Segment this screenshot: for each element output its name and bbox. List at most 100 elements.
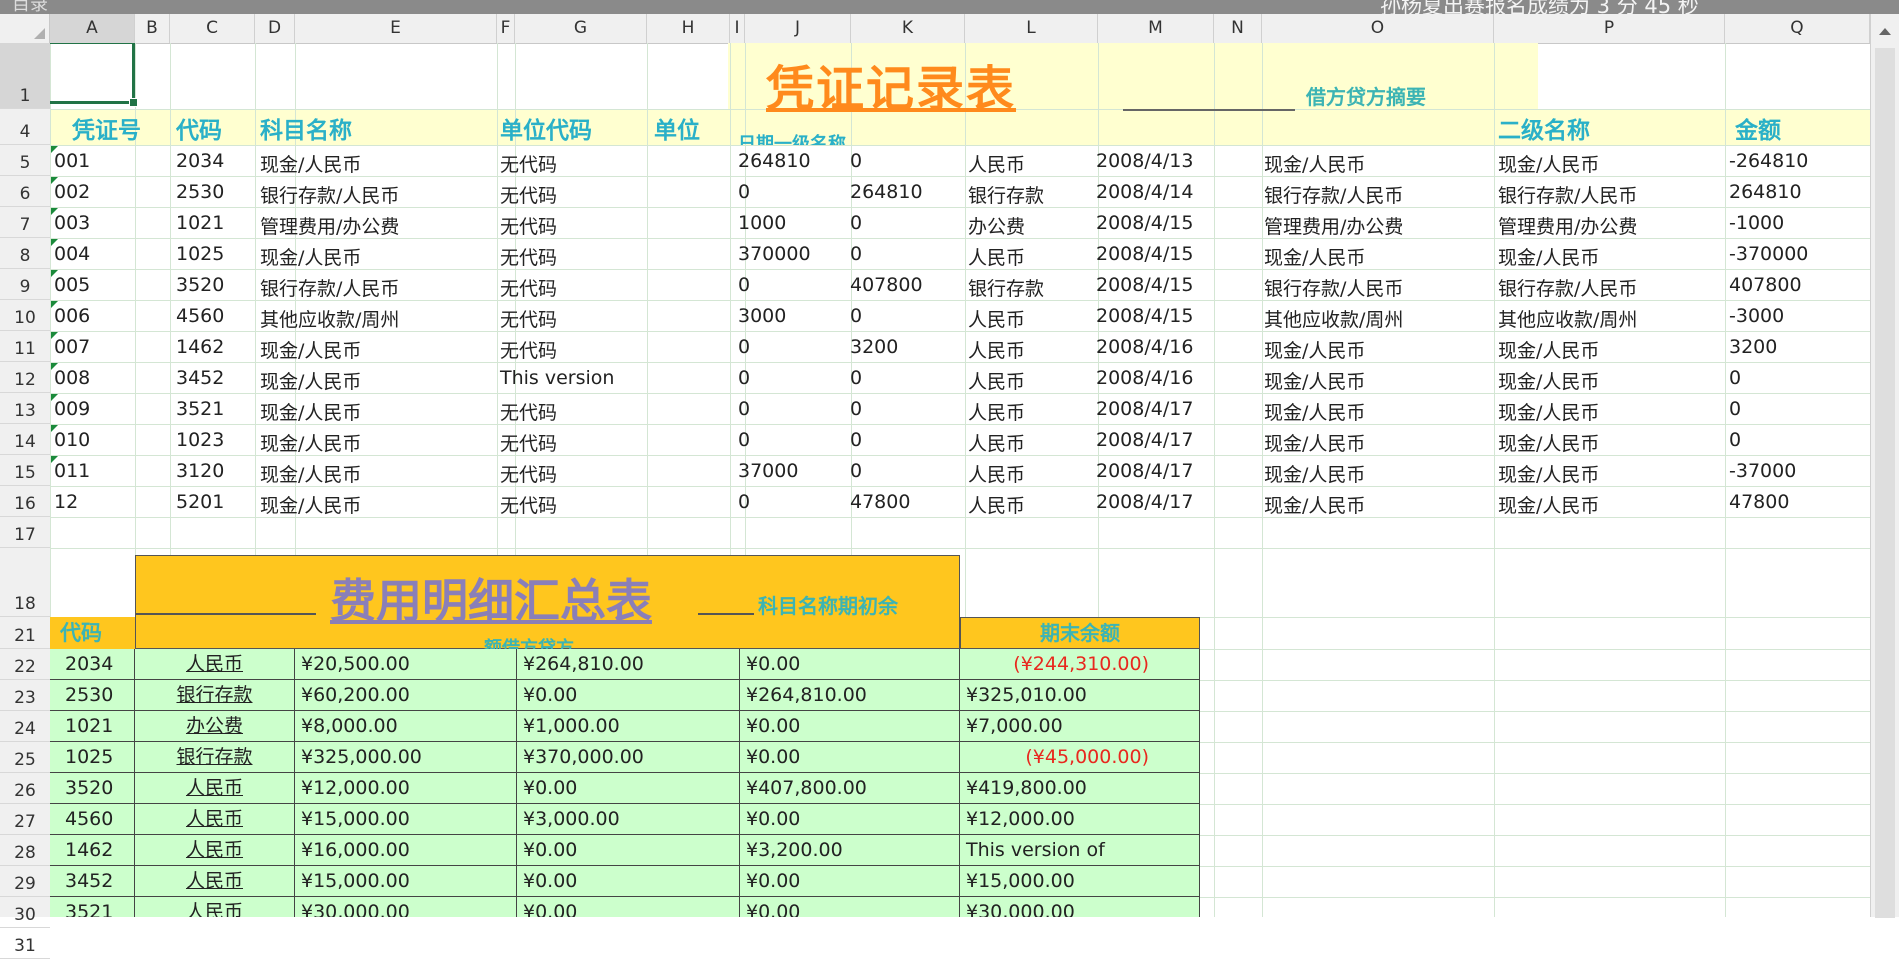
voucher-cell-credit[interactable]: 3200 [850,336,898,358]
voucher-cell-code[interactable]: 1021 [176,212,224,234]
row-header-6[interactable]: 6 [0,176,50,207]
summary-cell-credit[interactable]: ¥3,200.00 [740,835,960,865]
voucher-cell-first[interactable]: 现金/人民币 [1264,429,1365,456]
summary-cell-debit[interactable]: ¥0.00 [517,835,740,865]
voucher-cell-date[interactable]: 2008/4/17 [1096,398,1193,420]
voucher-cell-amount[interactable]: -37000 [1729,460,1796,482]
summary-cell-code[interactable]: 1462 [50,835,135,865]
voucher-cell-credit[interactable]: 0 [850,150,862,172]
voucher-cell-second[interactable]: 银行存款/人民币 [1498,274,1637,301]
voucher-cell-unit[interactable]: 无代码 [500,460,557,487]
row-header-26[interactable]: 26 [0,773,50,804]
voucher-cell-no[interactable]: 006 [54,305,90,327]
summary-cell-debit[interactable]: ¥370,000.00 [517,742,740,772]
voucher-cell-debit[interactable]: 0 [738,429,750,451]
voucher-cell-name[interactable]: 管理费用/办公费 [260,212,399,239]
summary-cell-credit[interactable]: ¥0.00 [740,711,960,741]
voucher-cell-debit[interactable]: 0 [738,398,750,420]
voucher-cell-second[interactable]: 其他应收款/周州 [1498,305,1637,332]
summary-cell-code[interactable]: 3520 [50,773,135,803]
summary-cell-credit[interactable]: ¥0.00 [740,866,960,896]
voucher-cell-unit[interactable]: 无代码 [500,491,557,518]
voucher-cell-credit[interactable]: 0 [850,212,862,234]
voucher-cell-credit[interactable]: 0 [850,305,862,327]
voucher-cell-second[interactable]: 现金/人民币 [1498,491,1599,518]
summary-cell-code[interactable]: 3452 [50,866,135,896]
voucher-cell-amount[interactable]: 0 [1729,429,1741,451]
voucher-cell-debit[interactable]: 1000 [738,212,786,234]
row-header-10[interactable]: 10 [0,300,50,331]
column-header-h[interactable]: H [647,14,730,43]
voucher-cell-first[interactable]: 现金/人民币 [1264,150,1365,177]
summary-cell-name[interactable]: 人民币 [135,804,295,834]
voucher-cell-amount[interactable]: -370000 [1729,243,1808,265]
voucher-cell-credit[interactable]: 0 [850,398,862,420]
summary-cell-name[interactable]: 办公费 [135,711,295,741]
voucher-cell-summary[interactable]: 银行存款 [968,181,1044,208]
row-header-1[interactable]: 1 [0,43,50,109]
voucher-cell-amount[interactable]: -1000 [1729,212,1784,234]
summary-cell-debit[interactable]: ¥1,000.00 [517,711,740,741]
column-header-b[interactable]: B [135,14,170,43]
summary-cell-debit[interactable]: ¥0.00 [517,897,740,917]
summary-cell-open[interactable]: ¥30,000.00 [295,897,517,917]
summary-cell-debit[interactable]: ¥3,000.00 [517,804,740,834]
summary-cell-debit[interactable]: ¥264,810.00 [517,649,740,679]
column-header-f[interactable]: F [497,14,515,43]
voucher-cell-second[interactable]: 管理费用/办公费 [1498,212,1637,239]
column-header-q[interactable]: Q [1725,14,1870,43]
voucher-cell-summary[interactable]: 人民币 [968,429,1025,456]
voucher-cell-first[interactable]: 银行存款/人民币 [1264,181,1403,208]
voucher-cell-name[interactable]: 现金/人民币 [260,336,361,363]
voucher-cell-summary[interactable]: 人民币 [968,305,1025,332]
column-header-o[interactable]: O [1262,14,1494,43]
summary-cell-name[interactable]: 人民币 [135,649,295,679]
voucher-cell-second[interactable]: 现金/人民币 [1498,460,1599,487]
voucher-cell-name[interactable]: 现金/人民币 [260,429,361,456]
voucher-cell-no[interactable]: 002 [54,181,90,203]
voucher-cell-unit[interactable]: 无代码 [500,429,557,456]
voucher-cell-first[interactable]: 现金/人民币 [1264,460,1365,487]
column-header-m[interactable]: M [1098,14,1214,43]
summary-cell-name[interactable]: 人民币 [135,835,295,865]
voucher-cell-code[interactable]: 5201 [176,491,224,513]
voucher-cell-first[interactable]: 其他应收款/周州 [1264,305,1403,332]
voucher-cell-debit[interactable]: 0 [738,491,750,513]
summary-cell-end[interactable]: ¥7,000.00 [960,711,1200,741]
summary-cell-name[interactable]: 人民币 [135,866,295,896]
row-header-5[interactable]: 5 [0,145,50,176]
summary-cell-open[interactable]: ¥8,000.00 [295,711,517,741]
row-header-28[interactable]: 28 [0,835,50,866]
row-header-7[interactable]: 7 [0,207,50,238]
summary-cell-debit[interactable]: ¥0.00 [517,866,740,896]
row-header-14[interactable]: 14 [0,424,50,455]
row-header-8[interactable]: 8 [0,238,50,269]
voucher-cell-amount[interactable]: 0 [1729,398,1741,420]
voucher-cell-first[interactable]: 银行存款/人民币 [1264,274,1403,301]
voucher-cell-summary[interactable]: 人民币 [968,150,1025,177]
voucher-cell-summary[interactable]: 人民币 [968,336,1025,363]
summary-cell-end[interactable]: (¥45,000.00) [960,742,1200,772]
row-header-30[interactable]: 30 [0,897,50,928]
summary-cell-code[interactable]: 3521 [50,897,135,917]
summary-cell-name[interactable]: 人民币 [135,773,295,803]
voucher-cell-first[interactable]: 现金/人民币 [1264,398,1365,425]
voucher-cell-no[interactable]: 007 [54,336,90,358]
voucher-cell-amount[interactable]: 264810 [1729,181,1802,203]
voucher-cell-summary[interactable]: 人民币 [968,367,1025,394]
voucher-cell-credit[interactable]: 407800 [850,274,923,296]
voucher-cell-second[interactable]: 现金/人民币 [1498,398,1599,425]
voucher-cell-code[interactable]: 3520 [176,274,224,296]
voucher-cell-amount[interactable]: -264810 [1729,150,1808,172]
voucher-cell-second[interactable]: 现金/人民币 [1498,150,1599,177]
voucher-cell-first[interactable]: 现金/人民币 [1264,367,1365,394]
voucher-cell-summary[interactable]: 人民币 [968,460,1025,487]
summary-cell-open[interactable]: ¥16,000.00 [295,835,517,865]
summary-cell-open[interactable]: ¥20,500.00 [295,649,517,679]
voucher-cell-unit[interactable]: 无代码 [500,305,557,332]
voucher-cell-date[interactable]: 2008/4/17 [1096,429,1193,451]
voucher-cell-unit[interactable]: This version [500,367,614,389]
column-header-c[interactable]: C [170,14,255,43]
summary-cell-end[interactable]: ¥419,800.00 [960,773,1200,803]
voucher-cell-date[interactable]: 2008/4/15 [1096,274,1193,296]
